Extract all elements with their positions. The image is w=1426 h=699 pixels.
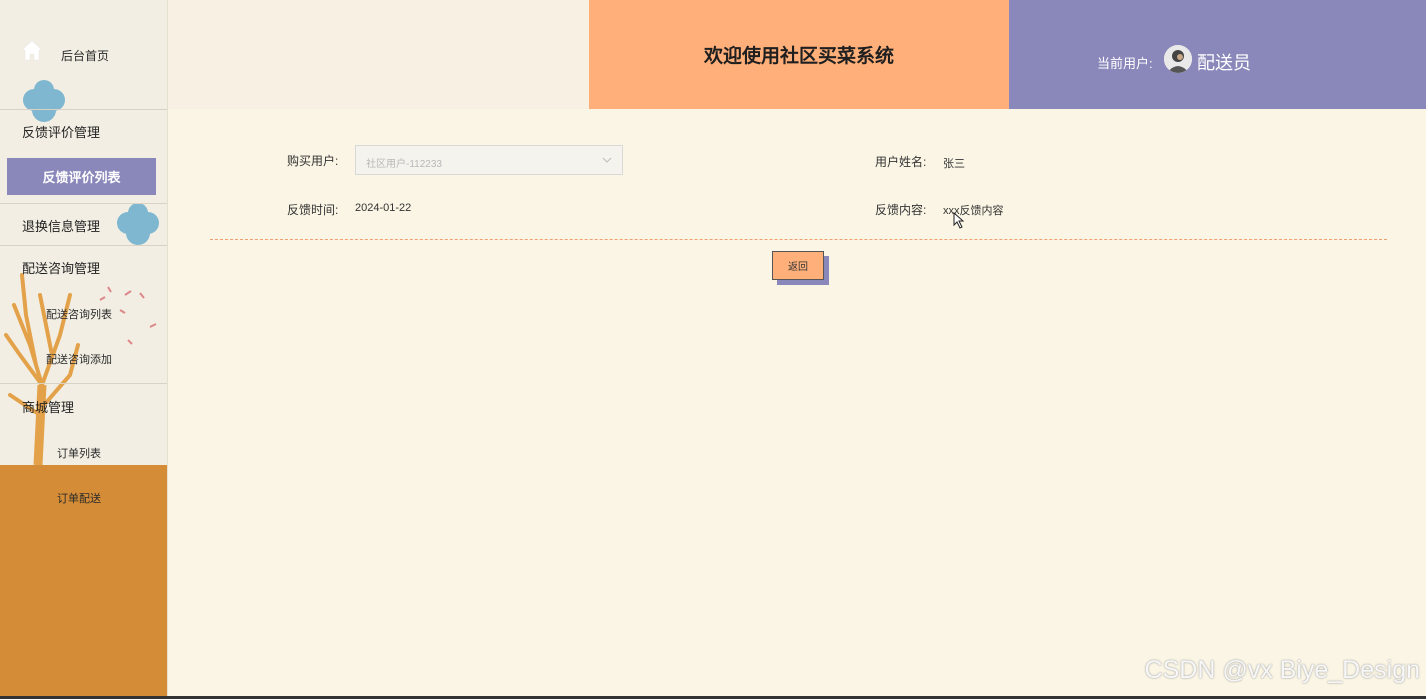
current-user-label: 当前用户: bbox=[1097, 56, 1153, 71]
back-button-wrapper: 返回 bbox=[772, 251, 830, 285]
sidebar-group-title: 商城管理 bbox=[22, 400, 75, 415]
sidebar-home-label: 后台首页 bbox=[61, 49, 110, 63]
sidebar-divider bbox=[0, 203, 167, 204]
sidebar-group-title: 反馈评价管理 bbox=[22, 125, 101, 140]
current-user-role[interactable]: 配送员 bbox=[1197, 49, 1251, 75]
sidebar-divider bbox=[0, 383, 167, 384]
chevron-down-icon bbox=[602, 157, 612, 163]
feedback-time-label: 反馈时间: bbox=[287, 203, 339, 217]
header-title-panel: 欢迎使用社区买菜系统 bbox=[589, 0, 1009, 109]
page-title: 欢迎使用社区买菜系统 bbox=[703, 46, 894, 67]
mouse-cursor-icon bbox=[953, 212, 965, 229]
username-value: 张三 bbox=[943, 158, 965, 170]
form-divider bbox=[210, 239, 1387, 240]
home-icon bbox=[21, 40, 43, 61]
sidebar: 后台首页 反馈评价管理 反馈评价列表 退换信息管理 配送咨询管理 配送咨询列表 … bbox=[0, 0, 168, 699]
header-left-panel bbox=[168, 0, 589, 109]
buyer-label: 购买用户: bbox=[287, 154, 339, 168]
sidebar-item-home[interactable]: 后台首页 bbox=[0, 0, 167, 110]
sidebar-item-feedback-list[interactable]: 反馈评价列表 bbox=[7, 158, 156, 195]
username-label: 用户姓名: bbox=[875, 155, 927, 169]
header-user-panel: 当前用户: 配送员 bbox=[1009, 0, 1426, 109]
sidebar-group-title: 退换信息管理 bbox=[22, 219, 101, 234]
buyer-select-value: 社区用户-112233 bbox=[366, 159, 442, 170]
back-button[interactable]: 返回 bbox=[772, 251, 824, 280]
watermark: CSDN @vx Biye_Design bbox=[1144, 656, 1420, 684]
sidebar-item-order-list[interactable]: 订单列表 bbox=[57, 445, 101, 461]
sidebar-divider bbox=[0, 245, 167, 246]
feedback-time-value: 2024-01-22 bbox=[355, 202, 412, 214]
cloud-decoration-icon bbox=[117, 203, 159, 245]
sidebar-item-consult-add[interactable]: 配送咨询添加 bbox=[46, 351, 112, 367]
sidebar-item-consult-list[interactable]: 配送咨询列表 bbox=[46, 306, 112, 322]
user-avatar-icon bbox=[1164, 45, 1192, 73]
sidebar-group-title: 配送咨询管理 bbox=[22, 261, 101, 276]
feedback-content-label: 反馈内容: bbox=[875, 203, 927, 217]
avatar[interactable] bbox=[1164, 45, 1192, 73]
buyer-select[interactable]: 社区用户-112233 bbox=[355, 145, 623, 175]
sidebar-item-order-delivery[interactable]: 订单配送 bbox=[57, 490, 101, 506]
